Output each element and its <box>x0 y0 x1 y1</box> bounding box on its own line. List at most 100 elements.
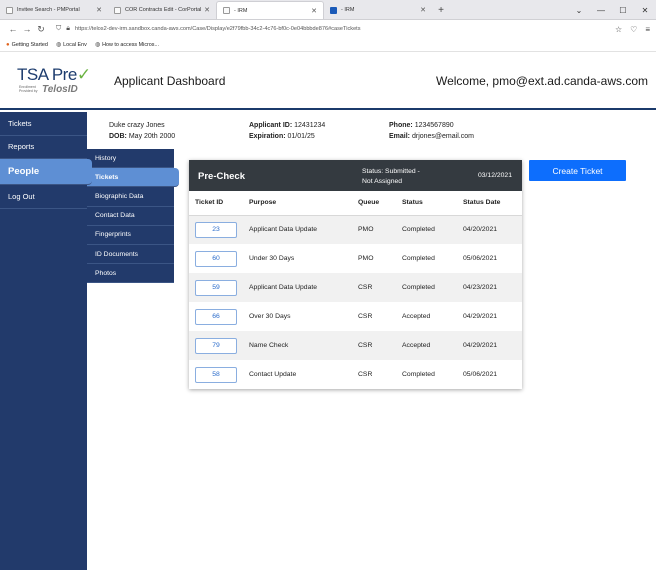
status-line: Status: Submitted - <box>362 168 420 175</box>
table-row: 58 Contact Update CSR Completed 05/06/20… <box>189 360 522 389</box>
close-icon[interactable]: ✕ <box>96 6 102 14</box>
globe-icon: ◍ <box>55 42 62 48</box>
expiration-label: Expiration: <box>249 132 286 140</box>
new-tab-icon[interactable]: + <box>432 1 450 19</box>
bookmark-item[interactable]: ◍ How to access Micros... <box>94 41 159 49</box>
tab-label: COR Contracts Edit - CorPortal <box>125 7 202 13</box>
close-window-icon[interactable]: ✕ <box>634 0 656 20</box>
lock-icon: 🔒︎ <box>66 25 70 32</box>
ticket-status: Accepted <box>396 331 457 360</box>
forward-icon[interactable]: → <box>20 24 34 34</box>
create-ticket-button[interactable]: Create Ticket <box>529 160 626 181</box>
browser-nav-bar: ← → ↻ ⛉ 🔒︎ https://telos2-dev-irm.sandbo… <box>0 20 656 38</box>
browser-tab-active[interactable]: - IRM ✕ <box>216 1 324 19</box>
expiration-value: 01/01/25 <box>287 132 315 140</box>
star-icon[interactable]: ☆ <box>615 25 622 34</box>
ticket-queue: CSR <box>352 273 396 302</box>
column-header: Status Date <box>457 191 522 216</box>
url-bar[interactable]: ⛉ 🔒︎ https://telos2-dev-irm.sandbox.cand… <box>54 23 607 36</box>
maximize-icon[interactable]: ☐ <box>612 0 634 20</box>
submenu-item-tickets[interactable]: Tickets <box>87 168 179 188</box>
bookmark-label: How to access Micros... <box>102 41 159 48</box>
submenu-item-contact-data[interactable]: Contact Data <box>87 206 174 226</box>
applicant-name-block: Duke crazy Jones DOB: May 20th 2000 <box>109 121 175 142</box>
menu-icon[interactable]: ≡ <box>645 25 650 34</box>
logo-brand: TSA Pre <box>17 65 77 84</box>
column-header: Queue <box>352 191 396 216</box>
panel-title: Pre-Check <box>198 171 245 182</box>
ticket-purpose: Applicant Data Update <box>243 215 352 244</box>
applicant-id-label: Applicant ID: <box>249 122 293 129</box>
ticket-id-button[interactable]: 59 <box>195 279 237 296</box>
ticket-status-date: 05/06/2021 <box>463 371 498 378</box>
reload-icon[interactable]: ↻ <box>34 24 48 35</box>
chevron-down-icon[interactable]: ⌄ <box>568 0 590 20</box>
shield-icon: ⛉ <box>56 25 62 32</box>
ticket-queue: PMO <box>358 255 374 262</box>
sidebar-item-people[interactable]: People <box>0 159 92 185</box>
submenu-item-fingerprints[interactable]: Fingerprints <box>87 225 174 245</box>
ticket-purpose: Over 30 Days <box>249 313 291 320</box>
ticket-id-button[interactable]: 60 <box>195 250 237 267</box>
applicant-contact-block: Phone: 1234567890 Email: drjones@email.c… <box>389 121 474 142</box>
status-line: Not Assigned <box>362 178 403 185</box>
ticket-status: Completed <box>402 255 435 262</box>
globe-icon: ◍ <box>94 42 101 48</box>
submenu-item-history[interactable]: History <box>87 149 174 169</box>
welcome-text: Welcome, pmo@ext.ad.canda-aws.com <box>435 74 648 88</box>
close-icon[interactable]: ✕ <box>204 6 210 14</box>
ticket-purpose: Name Check <box>243 331 352 360</box>
bookmark-item[interactable]: ◍ Local Env <box>55 41 87 49</box>
browser-tab[interactable]: - IRM ✕ <box>324 1 432 19</box>
check-icon: ✓ <box>76 65 92 84</box>
dob-label: DOB: <box>109 132 127 140</box>
url-text: https://telos2-dev-irm.sandbox.canda-aws… <box>74 26 361 32</box>
column-header: Purpose <box>243 191 352 216</box>
app-header: TSA Pre✓ Enrollment Provided by TelosID … <box>0 52 656 110</box>
ticket-status: Completed <box>396 273 457 302</box>
ticket-status-date: 04/29/2021 <box>463 313 498 320</box>
email-value: drjones@email.com <box>411 132 474 140</box>
pocket-icon[interactable]: ♡ <box>630 25 637 34</box>
logo-telos: TelosID <box>42 84 78 95</box>
precheck-ticket-panel: Pre-Check Status: Submitted - Not Assign… <box>189 160 522 389</box>
sidebar-item-logout[interactable]: Log Out <box>0 185 87 209</box>
page-title: Applicant Dashboard <box>114 74 226 88</box>
tab-label: - IRM <box>234 7 248 14</box>
firefox-icon: ● <box>6 41 10 48</box>
ticket-id-button[interactable]: 66 <box>195 308 237 325</box>
ticket-status: Completed <box>402 371 435 378</box>
tsa-precheck-logo: TSA Pre✓ Enrollment Provided by TelosID <box>17 65 97 99</box>
ticket-queue: CSR <box>358 313 373 320</box>
submenu-item-id-documents[interactable]: ID Documents <box>87 244 174 265</box>
table-row: 23 Applicant Data Update PMO Completed 0… <box>189 215 522 244</box>
bookmark-item[interactable]: ● Getting Started <box>6 42 48 48</box>
ticket-purpose: Contact Update <box>249 371 297 378</box>
submenu-item-photos[interactable]: Photos <box>87 264 174 284</box>
sidebar-item-tickets[interactable]: Tickets <box>0 112 87 136</box>
close-icon[interactable]: ✕ <box>311 7 317 15</box>
sidebar-item-reports[interactable]: Reports <box>0 136 87 159</box>
column-header: Status <box>396 191 457 216</box>
browser-tab[interactable]: Invitee Search - PMPortal ✕ <box>0 1 108 19</box>
ticket-status-date: 04/20/2021 <box>457 215 522 244</box>
ticket-id-button[interactable]: 79 <box>195 337 237 354</box>
page-icon <box>223 7 230 14</box>
app-icon <box>330 6 337 14</box>
ticket-purpose: Under 30 Days <box>249 255 295 262</box>
phone-label: Phone: <box>389 122 413 129</box>
back-icon[interactable]: ← <box>6 24 20 34</box>
close-icon[interactable]: ✕ <box>420 6 426 14</box>
ticket-id-button[interactable]: 58 <box>195 366 237 383</box>
tickets-table: Ticket ID Purpose Queue Status Status Da… <box>189 191 522 389</box>
ticket-id-button[interactable]: 23 <box>195 221 237 238</box>
ticket-queue: CSR <box>358 371 373 378</box>
tab-label: - IRM <box>341 7 355 13</box>
dob-value: May 20th 2000 <box>128 132 176 140</box>
browser-tab-bar: Invitee Search - PMPortal ✕ COR Contract… <box>0 0 656 20</box>
bookmarks-bar: ● Getting Started ◍ Local Env ◍ How to acce… <box>0 38 656 52</box>
browser-tab[interactable]: COR Contracts Edit - CorPortal ✕ <box>108 1 216 19</box>
panel-header: Pre-Check Status: Submitted - Not Assign… <box>189 160 522 191</box>
submenu-item-biographic-data[interactable]: Biographic Data <box>87 187 174 207</box>
minimize-icon[interactable]: — <box>590 0 612 20</box>
